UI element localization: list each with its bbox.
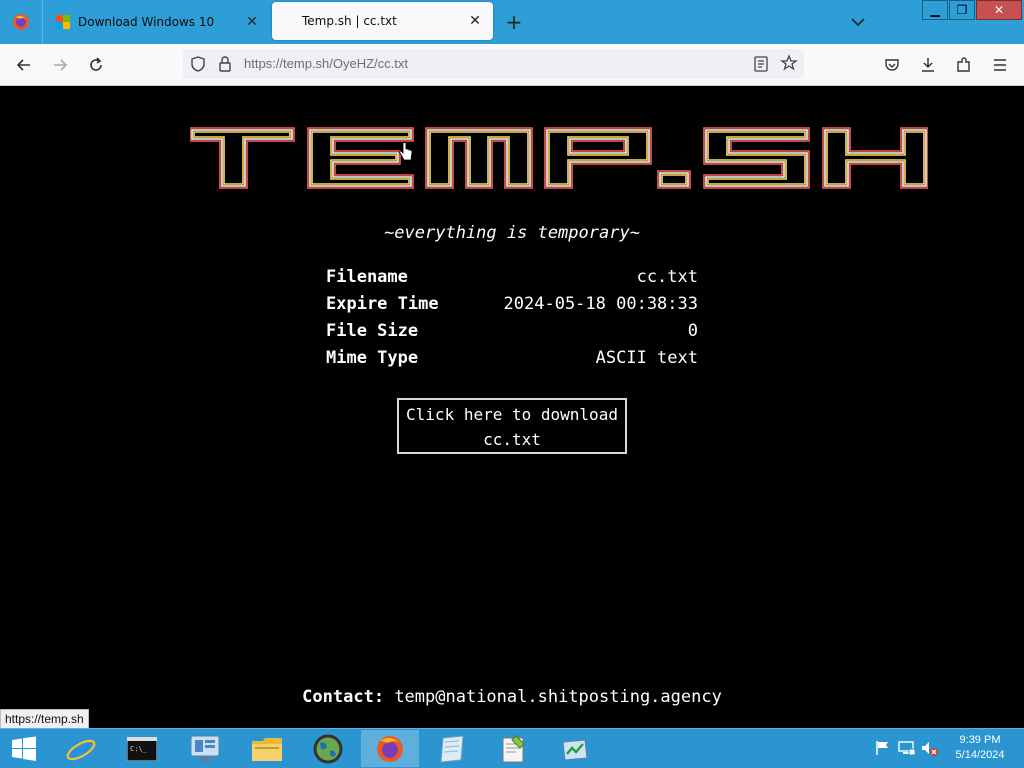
hamburger-menu-icon[interactable] bbox=[986, 52, 1014, 78]
hand-cursor-icon bbox=[399, 142, 413, 161]
contact-label: Contact: bbox=[302, 687, 385, 707]
back-arrow-icon[interactable] bbox=[10, 52, 38, 78]
info-label: Expire Time bbox=[326, 294, 439, 314]
page-content: ~everything is temporary~ Filename cc.tx… bbox=[0, 86, 1024, 729]
info-value: ASCII text bbox=[595, 348, 698, 368]
info-value: 2024-05-18 00:38:33 bbox=[503, 294, 698, 314]
task-manager-icon[interactable] bbox=[546, 730, 604, 767]
minimize-button[interactable]: ▁ bbox=[922, 0, 948, 20]
tab-title: Temp.sh | cc.txt bbox=[302, 14, 397, 28]
tab-bar: Download Windows 10 ✕ Temp.sh | cc.txt ✕… bbox=[0, 0, 1024, 44]
download-button[interactable]: Click here to download cc.txt bbox=[397, 398, 627, 454]
download-button-line1: Click here to download bbox=[406, 405, 618, 424]
tab-download-windows[interactable]: Download Windows 10 ✕ bbox=[44, 0, 270, 44]
contact-line: Contact: temp@national.shitposting.agenc… bbox=[0, 687, 1024, 707]
notepad-plus-plus-icon[interactable] bbox=[484, 730, 542, 767]
new-tab-plus-icon[interactable]: + bbox=[503, 11, 525, 33]
info-value: 0 bbox=[687, 321, 698, 341]
firefox-menu-icon[interactable] bbox=[0, 0, 43, 44]
restore-button[interactable]: ❐ bbox=[949, 0, 975, 20]
volume-muted-icon[interactable] bbox=[920, 739, 938, 757]
tracking-shield-icon[interactable] bbox=[189, 55, 207, 77]
file-info-row: File Size 0 bbox=[326, 318, 698, 345]
windows-logo-icon bbox=[56, 15, 70, 29]
system-clock[interactable]: 9:39 PM 5/14/2024 bbox=[948, 733, 1012, 763]
command-prompt-icon[interactable]: C:\_ bbox=[113, 730, 171, 767]
info-label: Mime Type bbox=[326, 348, 419, 368]
file-info-row: Mime Type ASCII text bbox=[326, 345, 698, 372]
firefox-taskbar-icon[interactable] bbox=[361, 730, 419, 767]
file-explorer-icon[interactable] bbox=[238, 730, 296, 767]
svg-text:C:\_: C:\_ bbox=[130, 745, 148, 753]
url-text: https://temp.sh/OyeHZ/cc.txt bbox=[244, 56, 408, 71]
server-manager-icon[interactable] bbox=[176, 730, 234, 767]
start-icon[interactable] bbox=[0, 730, 48, 767]
reload-icon[interactable] bbox=[82, 52, 110, 78]
downloads-icon[interactable] bbox=[914, 52, 942, 78]
forward-arrow-icon[interactable] bbox=[46, 52, 74, 78]
url-bar[interactable]: https://temp.sh/OyeHZ/cc.txt bbox=[183, 49, 804, 79]
extensions-puzzle-icon[interactable] bbox=[950, 52, 978, 78]
tab-close-icon[interactable]: ✕ bbox=[465, 11, 485, 31]
info-label: File Size bbox=[326, 321, 419, 341]
download-button-line2: cc.txt bbox=[483, 430, 541, 449]
file-info-table: Filename cc.txt Expire Time 2024-05-18 0… bbox=[326, 264, 698, 372]
list-all-tabs-chevron-icon[interactable] bbox=[848, 12, 868, 32]
tab-title: Download Windows 10 bbox=[78, 15, 215, 29]
navigation-toolbar: https://temp.sh/OyeHZ/cc.txt bbox=[0, 44, 1024, 86]
notepad-icon[interactable] bbox=[423, 730, 481, 767]
network-globe-icon[interactable] bbox=[299, 730, 357, 767]
windows-taskbar: C:\_ 9:39 PM 5/14/2024 bbox=[0, 728, 1024, 768]
temp-sh-logo bbox=[190, 127, 928, 189]
lock-icon[interactable] bbox=[217, 55, 233, 77]
network-status-icon[interactable] bbox=[897, 739, 916, 757]
file-info-row: Expire Time 2024-05-18 00:38:33 bbox=[326, 291, 698, 318]
tab-close-icon[interactable]: ✕ bbox=[242, 12, 262, 32]
reader-view-icon[interactable] bbox=[753, 55, 769, 77]
link-status-tooltip: https://temp.sh bbox=[0, 709, 89, 729]
file-info-row: Filename cc.txt bbox=[326, 264, 698, 291]
internet-explorer-icon[interactable] bbox=[52, 730, 110, 767]
tab-temp-sh[interactable]: Temp.sh | cc.txt ✕ bbox=[272, 2, 493, 40]
action-center-flag-icon[interactable] bbox=[874, 739, 892, 757]
tagline: ~everything is temporary~ bbox=[384, 223, 640, 243]
info-label: Filename bbox=[326, 267, 408, 287]
close-window-button[interactable]: ✕ bbox=[976, 0, 1022, 20]
clock-date: 5/14/2024 bbox=[955, 749, 1005, 761]
contact-email-link[interactable]: temp@national.shitposting.agency bbox=[394, 687, 722, 707]
bookmark-star-icon[interactable] bbox=[780, 54, 798, 76]
clock-time: 9:39 PM bbox=[959, 734, 1001, 746]
pocket-icon[interactable] bbox=[878, 52, 906, 78]
info-value: cc.txt bbox=[636, 267, 698, 287]
